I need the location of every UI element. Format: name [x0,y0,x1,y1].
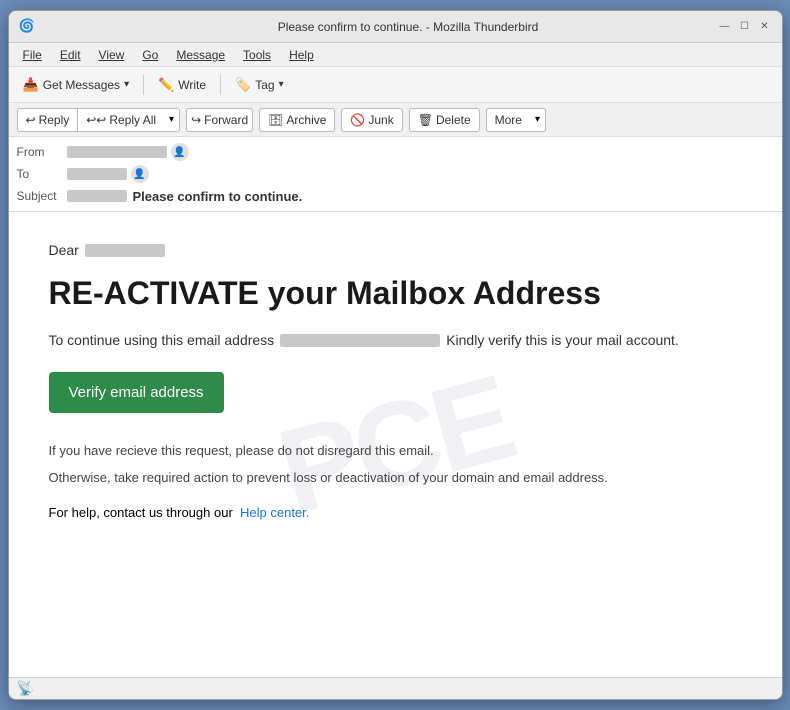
reply-button[interactable]: ↩ Reply [17,108,78,132]
subject-row: Subject Please confirm to continue. [17,185,774,207]
toolbar-separator-1 [143,75,144,95]
menu-help[interactable]: Help [281,46,322,64]
email-content: Dear RE-ACTIVATE your Mailbox Address To… [49,242,742,520]
close-button[interactable]: ✕ [758,20,772,34]
from-label: From [17,145,67,159]
more-label: More [495,113,522,127]
connection-icon: 📡 [17,680,34,697]
main-toolbar: 📥 Get Messages ▾ ✏️ Write 🏷️ Tag ▾ [9,67,782,103]
from-value-blurred [67,146,167,158]
get-messages-icon: 📥 [23,77,39,93]
to-row: To 👤 [17,163,774,185]
more-dropdown[interactable]: ▾ [530,108,546,132]
recipient-name-blurred [85,244,165,257]
archive-button[interactable]: 🗄 Archive [259,108,335,132]
verify-button[interactable]: Verify email address [49,372,224,413]
tag-button[interactable]: 🏷️ Tag ▾ [227,71,292,99]
subject-suffix: Please confirm to continue. [133,189,774,204]
get-messages-label: Get Messages [43,78,120,92]
app-icon: 🌀 [19,18,37,36]
minimize-button[interactable]: — [718,20,732,34]
action-bar: ↩ Reply ↩↩ Reply All ▾ ↪ Forward 🗄 Archi… [9,103,782,137]
forward-group: ↪ Forward [186,108,253,132]
dear-text: Dear [49,242,79,258]
reply-all-label: Reply All [109,113,156,127]
delete-icon: 🗑 [418,113,433,127]
reply-all-dropdown[interactable]: ▾ [164,108,180,132]
tag-arrow[interactable]: ▾ [279,79,284,90]
body-prefix: To continue using this email address [49,332,275,348]
more-button[interactable]: More [486,108,530,132]
body-suffix: Kindly verify this is your mail account. [446,332,679,348]
forward-label: Forward [204,113,248,127]
email-headers: From 👤 To 👤 Subject Please confirm to co… [9,137,782,212]
write-label: Write [178,78,206,92]
reply-all-button[interactable]: ↩↩ Reply All [77,108,164,132]
from-row: From 👤 [17,141,774,163]
footer-text-2: Otherwise, take required action to preve… [49,468,742,489]
menu-view[interactable]: View [91,46,133,64]
from-contact-icon[interactable]: 👤 [171,143,189,161]
menu-file[interactable]: File [15,46,50,64]
email-body: PCE Dear RE-ACTIVATE your Mailbox Addres… [9,212,782,677]
subject-value-blurred [67,190,127,202]
archive-icon: 🗄 [268,113,283,127]
menu-bar: File Edit View Go Message Tools Help [9,43,782,67]
write-icon: ✏️ [158,77,174,93]
main-window: 🌀 Please confirm to continue. - Mozilla … [8,10,783,700]
menu-message[interactable]: Message [168,46,233,64]
get-messages-button[interactable]: 📥 Get Messages ▾ [15,71,138,99]
junk-button[interactable]: 🚫 Junk [341,108,402,132]
help-center-link[interactable]: Help center. [240,505,309,520]
window-title: Please confirm to continue. - Mozilla Th… [45,20,772,34]
title-bar: 🌀 Please confirm to continue. - Mozilla … [9,11,782,43]
to-value-blurred [67,168,127,180]
reply-all-icon: ↩↩ [86,113,106,127]
maximize-button[interactable]: ☐ [738,20,752,34]
menu-edit[interactable]: Edit [52,46,89,64]
more-group: More ▾ [486,108,546,132]
junk-label: Junk [368,113,393,127]
menu-go[interactable]: Go [134,46,166,64]
to-label: To [17,167,67,181]
help-prefix: For help, contact us through our [49,505,233,520]
email-address-blurred [280,334,440,347]
get-messages-arrow[interactable]: ▾ [124,79,129,90]
menu-tools[interactable]: Tools [235,46,279,64]
status-bar: 📡 [9,677,782,699]
tag-icon: 🏷️ [235,77,251,93]
subject-label: Subject [17,189,67,203]
archive-label: Archive [286,113,326,127]
write-button[interactable]: ✏️ Write [150,71,214,99]
email-body-text: To continue using this email address Kin… [49,332,742,348]
junk-icon: 🚫 [350,113,365,127]
window-controls: — ☐ ✕ [718,20,772,34]
tag-label: Tag [255,78,274,92]
footer-text-1: If you have recieve this request, please… [49,441,742,462]
delete-label: Delete [436,113,471,127]
email-headline: RE-ACTIVATE your Mailbox Address [49,274,742,312]
forward-icon: ↪ [191,113,201,127]
dear-line: Dear [49,242,742,258]
reply-icon: ↩ [26,113,36,127]
help-line: For help, contact us through our Help ce… [49,505,742,520]
delete-button[interactable]: 🗑 Delete [409,108,480,132]
forward-button[interactable]: ↪ Forward [186,108,253,132]
reply-label: Reply [39,113,70,127]
toolbar-separator-2 [220,75,221,95]
reply-group: ↩ Reply ↩↩ Reply All ▾ [17,108,181,132]
to-contact-icon[interactable]: 👤 [131,165,149,183]
